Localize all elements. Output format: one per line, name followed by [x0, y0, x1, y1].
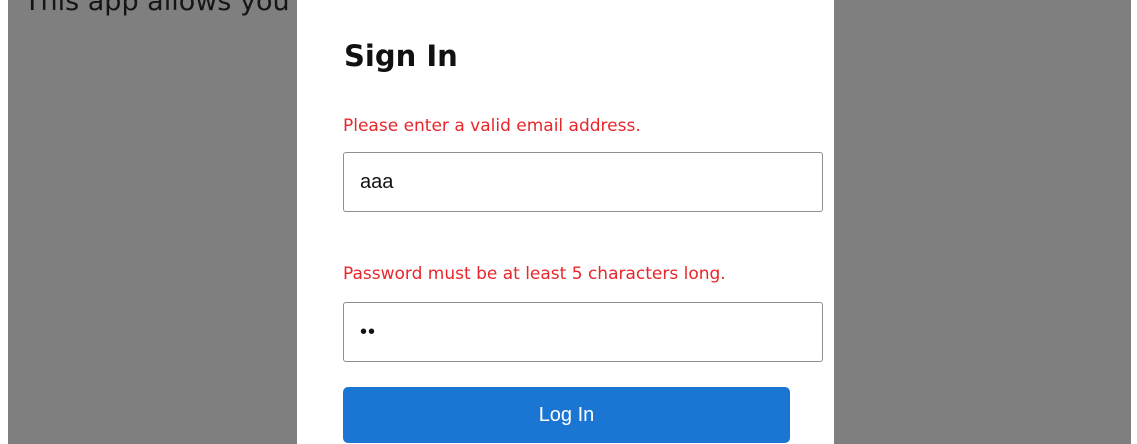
app-page: This app allows you to write notes and s…: [0, 0, 1137, 444]
password-field[interactable]: [343, 302, 823, 362]
email-field[interactable]: [343, 152, 823, 212]
viewport-edge-left: [0, 0, 8, 444]
viewport-edge-right: [1131, 0, 1137, 444]
email-error-message: Please enter a valid email address.: [343, 116, 641, 136]
password-error-message: Password must be at least 5 characters l…: [343, 264, 726, 284]
sign-in-dialog: Sign In Please enter a valid email addre…: [297, 0, 834, 444]
login-button[interactable]: Log In: [343, 387, 790, 443]
dialog-title: Sign In: [344, 39, 458, 73]
